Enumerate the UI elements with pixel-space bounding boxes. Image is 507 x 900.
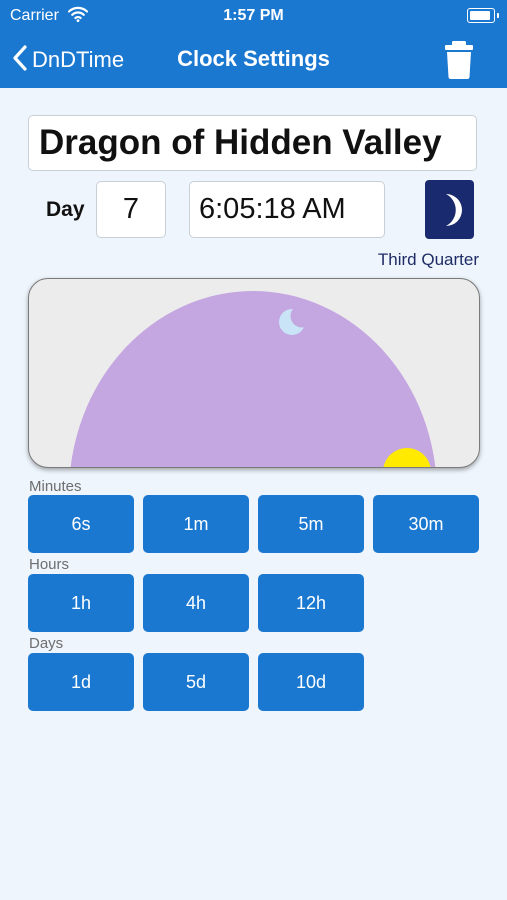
status-bar: Carrier 1:57 PM — [0, 0, 507, 32]
add-12h-button[interactable]: 12h — [258, 574, 364, 632]
hours-label: Hours — [29, 556, 70, 573]
sky-view — [28, 278, 480, 468]
days-label: Days — [29, 635, 64, 652]
minutes-label: Minutes — [29, 478, 82, 495]
add-30m-button[interactable]: 30m — [373, 495, 479, 553]
add-5m-button[interactable]: 5m — [258, 495, 364, 553]
chevron-left-icon — [12, 44, 28, 77]
moon-phase-label: Third Quarter — [377, 250, 479, 269]
day-label: Day — [46, 198, 85, 221]
add-1h-button[interactable]: 1h — [28, 574, 134, 632]
status-time: 1:57 PM — [223, 7, 284, 24]
sky-dome — [70, 291, 436, 467]
navigation-bar: DnDTime Clock Settings — [0, 32, 507, 88]
back-button[interactable]: DnDTime — [12, 42, 124, 78]
add-1d-button[interactable]: 1d — [28, 653, 134, 711]
moon-phase-icon — [425, 180, 474, 239]
time-field[interactable]: 6:05:18 AM — [189, 181, 385, 238]
trash-icon — [443, 41, 475, 85]
clock-name-field[interactable]: Dragon of Hidden Valley — [28, 115, 477, 171]
battery-icon — [467, 8, 499, 23]
add-10d-button[interactable]: 10d — [258, 653, 364, 711]
add-4h-button[interactable]: 4h — [143, 574, 249, 632]
add-5d-button[interactable]: 5d — [143, 653, 249, 711]
add-6s-button[interactable]: 6s — [28, 495, 134, 553]
day-field[interactable]: 7 — [96, 181, 166, 238]
back-button-label: DnDTime — [32, 47, 125, 72]
add-1m-button[interactable]: 1m — [143, 495, 249, 553]
delete-button[interactable] — [443, 37, 475, 81]
